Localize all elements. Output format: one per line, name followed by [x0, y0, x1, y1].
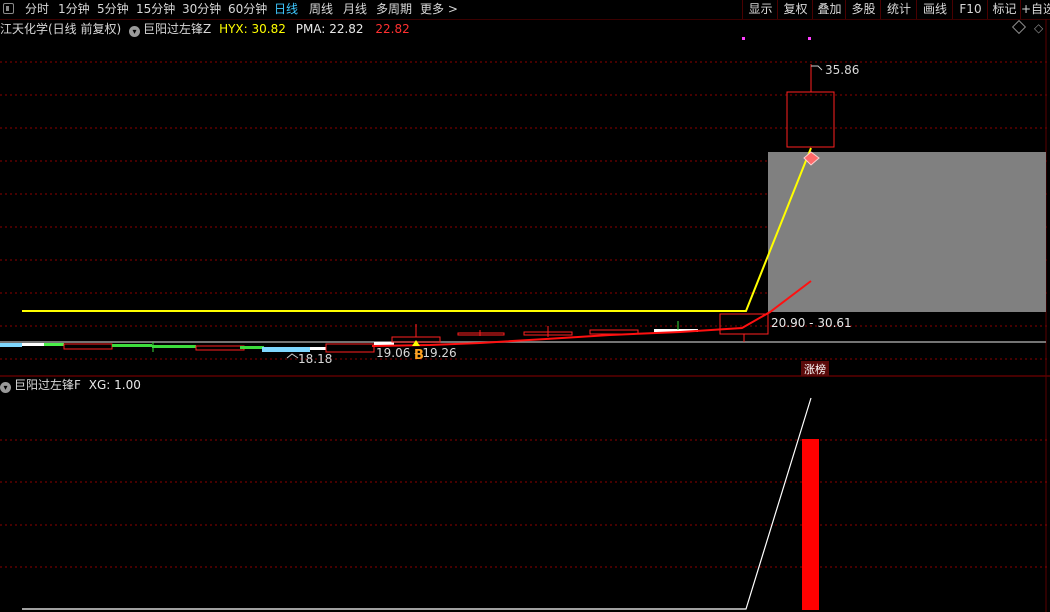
kline-chart[interactable]: 35.86 18.18 19.06 - 19.26 B 20.90 - 30.6…: [0, 0, 1050, 612]
peak-pointer: [811, 65, 823, 71]
xg-signal-bar: [802, 439, 819, 610]
xg-value: 1.00: [114, 378, 141, 392]
current-range-label: 20.90 - 30.61: [771, 316, 852, 330]
buy-marker: B: [414, 348, 424, 363]
limit-up-candle: [786, 91, 835, 148]
sub-indicator-name[interactable]: 巨阳过左锋F: [14, 378, 81, 392]
low-pointer: [286, 353, 299, 359]
candles: [0, 64, 835, 353]
breakout-zone-box: [768, 152, 1046, 312]
sub-indicator-toggle-icon[interactable]: ▾: [0, 382, 11, 393]
sub-grid: [0, 439, 1050, 568]
hyx-line: [22, 147, 812, 312]
low-price-label: 18.18: [298, 352, 332, 366]
peak-price-label: 35.86: [825, 63, 859, 77]
signal-dot: [808, 37, 811, 40]
sub-chart-header: ▾ 巨阳过左锋F XG: 1.00: [0, 377, 141, 393]
buy-arrow-icon: [412, 340, 420, 346]
xg-label: XG:: [88, 378, 111, 392]
limit-up-badge[interactable]: 涨榜: [804, 362, 826, 376]
signal-dot: [742, 37, 745, 40]
xg-line: [22, 397, 812, 610]
